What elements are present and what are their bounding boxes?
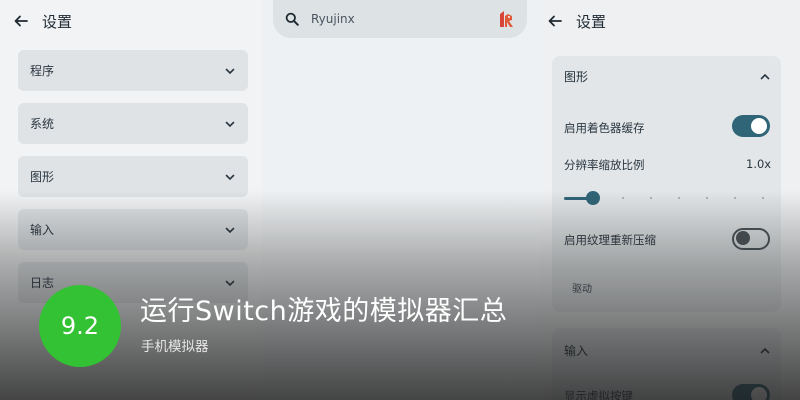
right-settings-screen: 设置 图形 启用着色器缓存 分辨率缩放比例 1.0x 启用纹理重新压缩 驱动 输… (540, 0, 800, 400)
section-program[interactable]: 程序 (18, 50, 248, 91)
resolution-scale-value: 1.0x (746, 157, 772, 171)
virtual-keys-label: 显示虚拟按键 (564, 389, 633, 400)
search-bar[interactable]: Ryujinx (273, 0, 527, 38)
chevron-down-icon (224, 65, 236, 77)
article-category[interactable]: 手机模拟器 (141, 335, 209, 355)
slider-tick (650, 197, 652, 199)
chevron-down-icon (224, 224, 236, 236)
back-arrow-icon[interactable] (14, 14, 28, 28)
chevron-up-icon (759, 345, 771, 357)
texture-recompress-toggle[interactable] (732, 228, 770, 250)
input-panel: 输入 显示虚拟按键 (552, 328, 781, 400)
graphics-panel: 图形 启用着色器缓存 分辨率缩放比例 1.0x 启用纹理重新压缩 驱动 (552, 56, 781, 312)
article-headline[interactable]: 运行Switch游戏的模拟器汇总 (140, 289, 507, 328)
chevron-down-icon (224, 118, 236, 130)
driver-label[interactable]: 驱动 (572, 280, 592, 295)
toggle-knob (751, 387, 767, 400)
search-icon (285, 12, 299, 26)
shader-cache-toggle[interactable] (732, 115, 770, 137)
search-input[interactable]: Ryujinx (311, 12, 497, 26)
chevron-down-icon (224, 171, 236, 183)
resolution-scale-slider[interactable] (564, 191, 769, 205)
section-label: 图形 (30, 170, 55, 184)
rating-badge: 9.2 (39, 285, 121, 367)
left-settings-screen: 设置 程序 系统 图形 输入 日志 (0, 0, 262, 400)
chevron-down-icon (224, 277, 236, 289)
slider-tick (706, 197, 708, 199)
toggle-knob (736, 231, 750, 245)
right-topbar: 设置 (548, 10, 606, 32)
texture-recompress-label: 启用纹理重新压缩 (564, 233, 656, 247)
slider-tick (678, 197, 680, 199)
page-title: 设置 (576, 12, 607, 31)
chevron-up-icon (759, 71, 771, 83)
slider-tick (762, 197, 764, 199)
section-label: 输入 (30, 223, 55, 237)
shader-cache-label: 启用着色器缓存 (564, 121, 645, 135)
slider-tick (622, 197, 624, 199)
left-topbar: 设置 (14, 10, 72, 32)
section-input[interactable]: 输入 (18, 209, 248, 250)
panel-title: 图形 (564, 70, 589, 84)
section-label: 程序 (30, 64, 55, 78)
virtual-keys-toggle[interactable] (732, 384, 770, 400)
section-system[interactable]: 系统 (18, 103, 248, 144)
toggle-knob (751, 118, 767, 134)
input-panel-header[interactable]: 输入 (564, 342, 771, 359)
resolution-scale-label: 分辨率缩放比例 (564, 158, 645, 172)
section-label: 日志 (30, 276, 55, 290)
section-label: 系统 (30, 117, 55, 131)
section-graphics[interactable]: 图形 (18, 156, 248, 197)
back-arrow-icon[interactable] (548, 14, 562, 28)
slider-tick (734, 197, 736, 199)
panel-title: 输入 (564, 344, 589, 358)
ryujinx-logo-icon (497, 9, 515, 29)
page-title: 设置 (42, 12, 73, 31)
graphics-panel-header[interactable]: 图形 (564, 68, 771, 85)
slider-thumb[interactable] (586, 191, 600, 205)
